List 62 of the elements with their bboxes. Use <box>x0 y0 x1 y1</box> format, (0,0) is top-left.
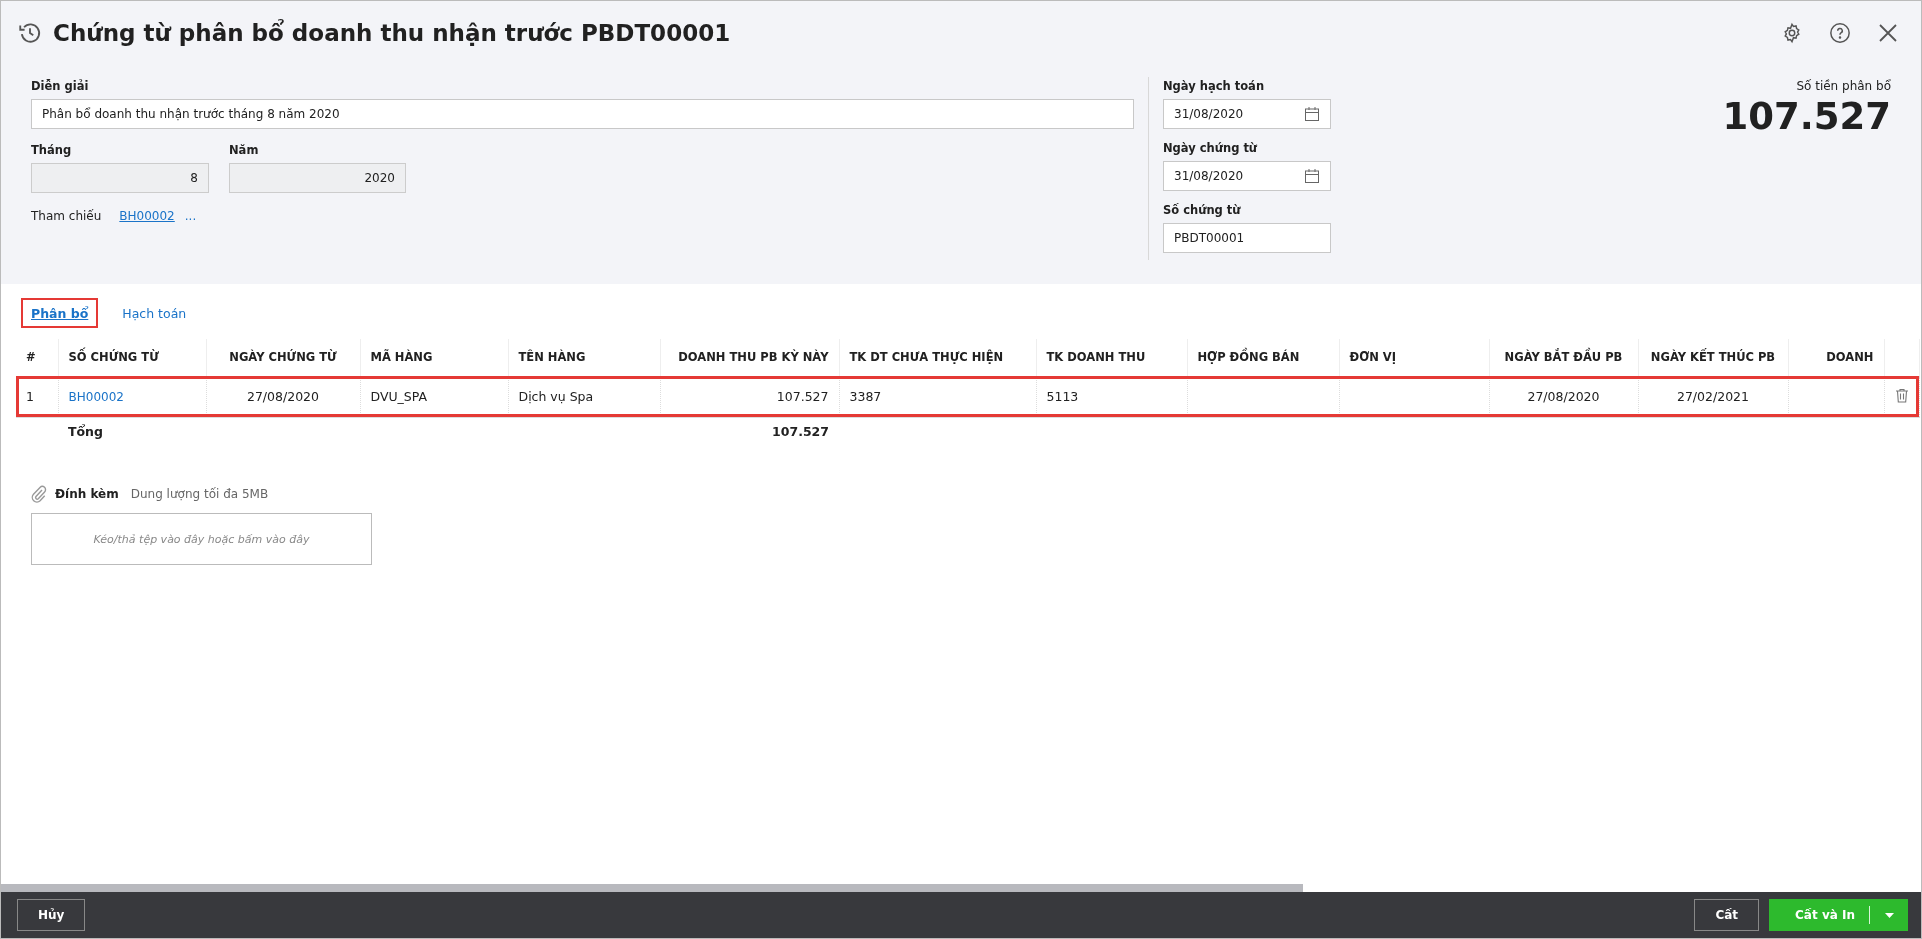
column-header: SỐ CHỨNG TỪ <box>58 339 206 376</box>
reference-link[interactable]: BH00002 <box>119 209 175 223</box>
voucher-number-field[interactable]: PBDT00001 <box>1163 223 1331 253</box>
calendar-icon[interactable] <box>1304 106 1320 122</box>
save-button[interactable]: Cất <box>1694 899 1760 931</box>
table-cell: 1 <box>26 389 34 404</box>
table-row[interactable]: 1 BH00002 27/08/2020 DVU_SPA Dịch vụ Spa 107.527 3387 5113 27/08/2020 27/02/2021 <box>16 376 1919 417</box>
field-label: Năm <box>229 143 260 157</box>
table-cell: 27/02/2021 <box>1676 389 1749 404</box>
close-icon <box>1878 23 1898 43</box>
amount-value: 107.527 <box>1722 95 1891 138</box>
trash-icon[interactable] <box>1894 387 1909 403</box>
more-link[interactable]: ... <box>184 209 197 223</box>
help-button[interactable] <box>1827 20 1853 46</box>
attachment-label: Đính kèm <box>55 487 119 501</box>
table-cell: 5113 <box>1046 389 1079 404</box>
total-value: 107.527 <box>772 423 829 439</box>
column-header: NGÀY KẾT THÚC PB <box>1638 339 1788 376</box>
column-header: DOANH <box>1788 339 1884 376</box>
field-label: Diễn giải <box>31 79 90 93</box>
field-label: Ngày chứng từ <box>1163 141 1259 155</box>
year-field[interactable]: 2020 <box>229 163 406 193</box>
caret-icon <box>1884 912 1894 918</box>
date-field[interactable]: 31/08/2020 <box>1163 99 1331 129</box>
amount-label: Số tiền phân bổ <box>1795 79 1891 93</box>
field-label: Số chứng từ <box>1163 203 1242 217</box>
table-cell: Dịch vụ Spa <box>518 389 594 404</box>
help-icon <box>1829 22 1851 44</box>
column-header: MÃ HÀNG <box>360 339 508 376</box>
calendar-icon[interactable] <box>1304 168 1320 184</box>
column-header: TÊN HÀNG <box>508 339 660 376</box>
total-label: Tổng <box>68 423 103 439</box>
scrollbar-thumb[interactable] <box>1 884 1303 892</box>
column-header: ĐƠN VỊ <box>1339 339 1489 376</box>
column-header: NGÀY CHỨNG TỪ <box>206 339 360 376</box>
settings-icon <box>1781 22 1803 44</box>
file-dropzone[interactable]: Kéo/thả tệp vào đây hoặc bấm vào đây <box>31 513 372 565</box>
cancel-button[interactable]: Hủy <box>17 899 86 931</box>
table-cell: 107.527 <box>776 389 829 404</box>
window-title: Chứng từ phân bổ doanh thu nhận trước PBDT00001 <box>53 20 732 46</box>
attachment-hint: Dung lượng tối đa 5MB <box>130 487 269 501</box>
column-header: HỢP ĐỒNG BÁN <box>1187 339 1339 376</box>
tab[interactable]: Hạch toán <box>112 298 197 328</box>
column-header: # <box>16 339 58 376</box>
paperclip-icon <box>31 485 47 503</box>
table-cell: 27/08/2020 <box>246 389 319 404</box>
history-icon[interactable] <box>17 20 43 46</box>
description-field[interactable]: Phân bổ doanh thu nhận trước tháng 8 năm 2020 <box>31 99 1134 129</box>
table-cell: 3387 <box>849 389 882 404</box>
date-field[interactable]: 31/08/2020 <box>1163 161 1331 191</box>
column-header: DOANH THU PB KỲ NÀY <box>660 339 839 376</box>
reference-label: Tham chiếu <box>31 209 102 223</box>
field-label: Ngày hạch toán <box>1163 79 1266 93</box>
field-label: Tháng <box>31 143 73 157</box>
column-header: NGÀY BẮT ĐẦU PB <box>1489 339 1638 376</box>
column-header: TK DT CHƯA THỰC HIỆN <box>839 339 1036 376</box>
table-cell: 27/08/2020 <box>1527 389 1600 404</box>
column-header: TK DOANH THU <box>1036 339 1187 376</box>
table-cell: DVU_SPA <box>370 389 428 404</box>
document-link[interactable]: BH00002 <box>68 390 124 404</box>
tab[interactable]: Phân bổ <box>21 298 99 328</box>
month-field[interactable]: 8 <box>31 163 209 193</box>
